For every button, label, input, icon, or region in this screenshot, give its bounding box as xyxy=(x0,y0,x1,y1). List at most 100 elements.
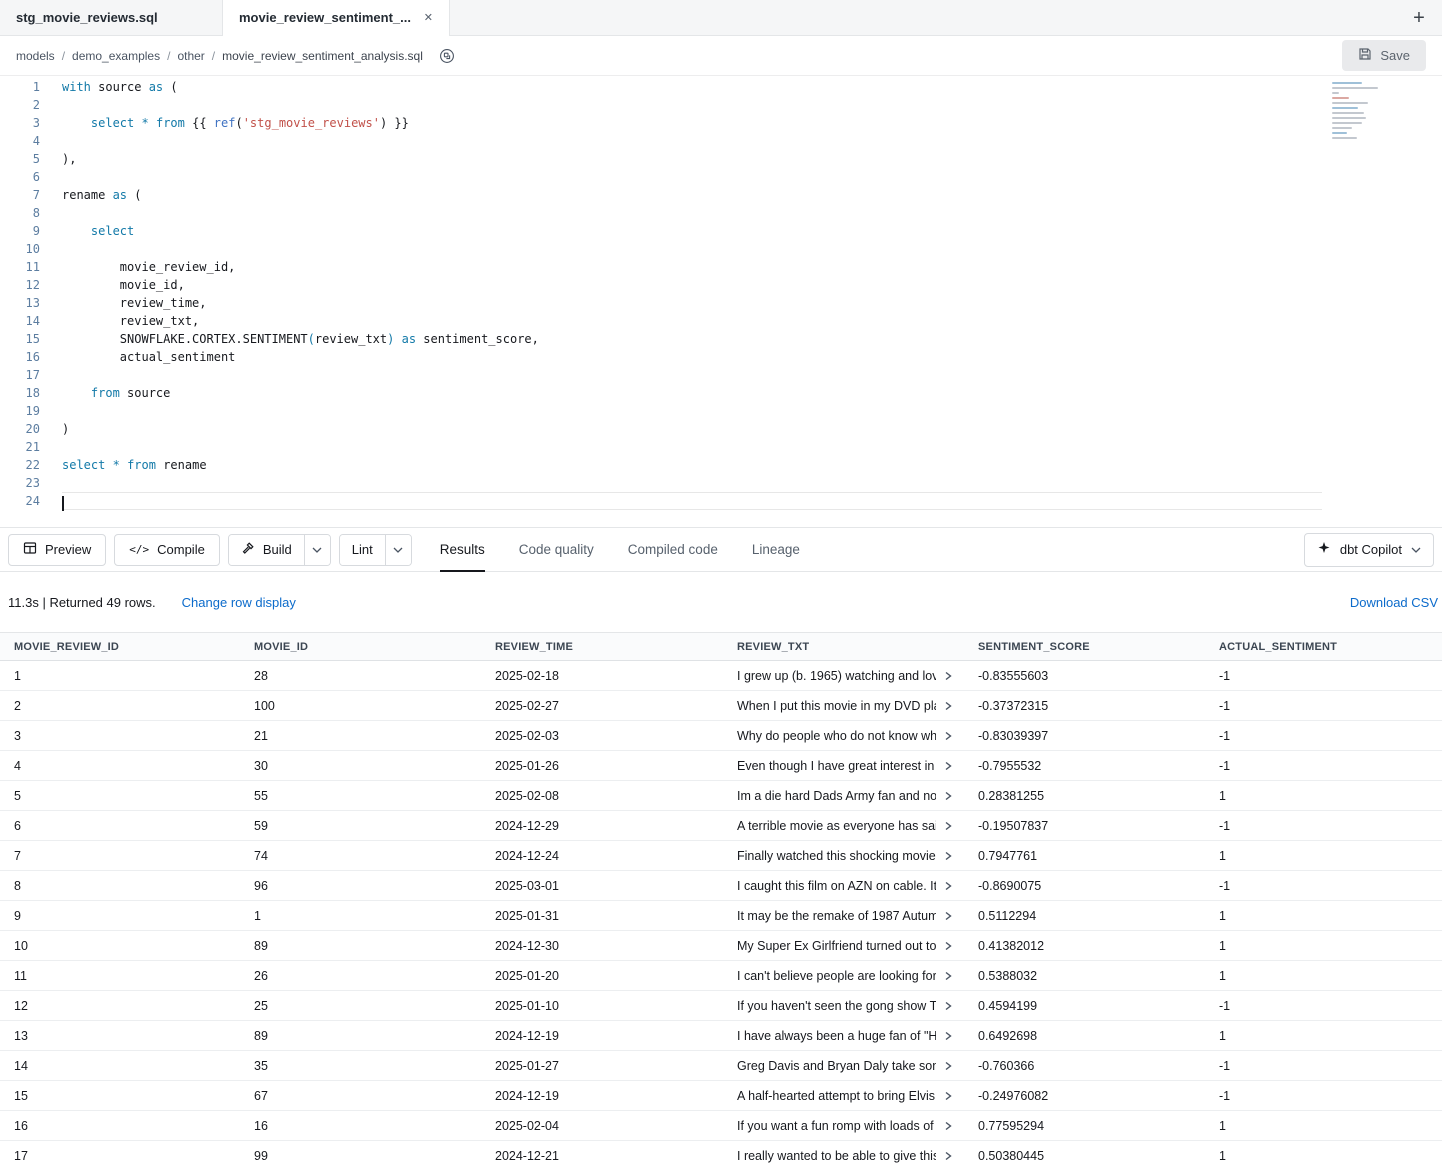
code-line[interactable]: rename as ( xyxy=(62,186,1322,204)
expand-review-icon[interactable] xyxy=(942,1150,954,1162)
expand-review-icon[interactable] xyxy=(942,850,954,862)
code-line[interactable]: select xyxy=(62,222,1322,240)
expand-review-icon[interactable] xyxy=(942,880,954,892)
table-cell: -0.83039397 xyxy=(964,721,1205,751)
line-number: 1 xyxy=(0,78,40,96)
lint-button[interactable]: Lint xyxy=(340,535,385,565)
code-editor[interactable]: 123456789101112131415161718192021222324 … xyxy=(0,76,1442,528)
table-cell: 0.5112294 xyxy=(964,901,1205,931)
code-line[interactable]: from source xyxy=(62,384,1322,402)
chevron-down-icon xyxy=(312,547,322,553)
review-txt-cell: My Super Ex Girlfriend turned out to b… xyxy=(723,931,964,961)
review-text: Why do people who do not know what… xyxy=(737,729,936,743)
review-txt-cell: I really wanted to be able to give this … xyxy=(723,1141,964,1166)
table-cell: 0.28381255 xyxy=(964,781,1205,811)
code-line[interactable]: movie_review_id, xyxy=(62,258,1322,276)
expand-review-icon[interactable] xyxy=(942,790,954,802)
line-number: 14 xyxy=(0,312,40,330)
expand-review-icon[interactable] xyxy=(942,820,954,832)
breadcrumb-part[interactable]: other xyxy=(177,49,204,63)
chevron-down-icon xyxy=(393,547,403,553)
code-line[interactable]: review_txt, xyxy=(62,312,1322,330)
code-line[interactable]: SNOWFLAKE.CORTEX.SENTIMENT(review_txt) a… xyxy=(62,330,1322,348)
new-tab-button[interactable]: + xyxy=(1406,5,1432,31)
dbt-copilot-button[interactable]: dbt Copilot xyxy=(1304,533,1434,567)
expand-review-icon[interactable] xyxy=(942,1000,954,1012)
code-line[interactable] xyxy=(62,438,1322,456)
tab-lineage[interactable]: Lineage xyxy=(752,528,800,571)
code-line[interactable] xyxy=(62,168,1322,186)
build-dropdown-button[interactable] xyxy=(304,535,330,565)
tab-movie-review-sentiment[interactable]: movie_review_sentiment_... ✕ xyxy=(222,0,450,35)
code-line[interactable]: actual_sentiment xyxy=(62,348,1322,366)
table-cell: -0.37372315 xyxy=(964,691,1205,721)
review-text: If you haven't seen the gong show TV s… xyxy=(737,999,936,1013)
lint-split-button: Lint xyxy=(339,534,412,566)
expand-review-icon[interactable] xyxy=(942,970,954,982)
table-row: 16162025-02-04If you want a fun romp wit… xyxy=(0,1111,1442,1141)
table-cell: 100 xyxy=(240,691,481,721)
review-txt-cell: Greg Davis and Bryan Daly take some … xyxy=(723,1051,964,1081)
breadcrumb-part[interactable]: demo_examples xyxy=(72,49,160,63)
code-line[interactable]: with source as ( xyxy=(62,78,1322,96)
compile-button[interactable]: </> Compile xyxy=(114,534,220,566)
code-line[interactable]: select * from {{ ref('stg_movie_reviews'… xyxy=(62,114,1322,132)
table-row: 3212025-02-03Why do people who do not kn… xyxy=(0,721,1442,751)
code-line[interactable] xyxy=(62,402,1322,420)
code-line[interactable]: movie_id, xyxy=(62,276,1322,294)
table-cell: 89 xyxy=(240,931,481,961)
tab-compiled-code[interactable]: Compiled code xyxy=(628,528,718,571)
tab-code-quality[interactable]: Code quality xyxy=(519,528,594,571)
code-line[interactable] xyxy=(62,132,1322,150)
code-line[interactable] xyxy=(62,204,1322,222)
column-header: ACTUAL_SENTIMENT xyxy=(1205,633,1442,661)
review-txt-cell: When I put this movie in my DVD playe… xyxy=(723,691,964,721)
review-text: It may be the remake of 1987 Autumn'… xyxy=(737,909,936,923)
breadcrumb-part[interactable]: models xyxy=(16,49,55,63)
tab-label: Code quality xyxy=(519,542,594,557)
code-line[interactable] xyxy=(62,96,1322,114)
tab-results[interactable]: Results xyxy=(440,528,485,571)
expand-review-icon[interactable] xyxy=(942,1030,954,1042)
expand-review-icon[interactable] xyxy=(942,1120,954,1132)
table-row: 7742024-12-24Finally watched this shocki… xyxy=(0,841,1442,871)
column-header: REVIEW_TIME xyxy=(481,633,723,661)
expand-review-icon[interactable] xyxy=(942,760,954,772)
code-line[interactable]: ) xyxy=(62,420,1322,438)
expand-review-icon[interactable] xyxy=(942,1090,954,1102)
change-row-display-link[interactable]: Change row display xyxy=(182,595,296,610)
code-line[interactable] xyxy=(62,474,1322,492)
table-cell: -1 xyxy=(1205,691,1442,721)
table-cell: 2025-01-27 xyxy=(481,1051,723,1081)
column-header: MOVIE_REVIEW_ID xyxy=(0,633,240,661)
build-button[interactable]: Build xyxy=(229,535,304,565)
preview-button[interactable]: Preview xyxy=(8,534,106,566)
code-line[interactable]: select * from rename xyxy=(62,456,1322,474)
code-line[interactable] xyxy=(62,492,1322,510)
expand-review-icon[interactable] xyxy=(942,670,954,682)
download-csv-link[interactable]: Download CSV xyxy=(1350,595,1438,610)
save-button[interactable]: Save xyxy=(1342,40,1426,71)
expand-review-icon[interactable] xyxy=(942,910,954,922)
editor-gutter: 123456789101112131415161718192021222324 xyxy=(0,78,40,510)
table-cell: -1 xyxy=(1205,811,1442,841)
copy-path-icon[interactable] xyxy=(439,48,455,64)
lint-dropdown-button[interactable] xyxy=(385,535,411,565)
breadcrumb-separator: / xyxy=(62,49,65,63)
table-cell: 21 xyxy=(240,721,481,751)
line-number: 20 xyxy=(0,420,40,438)
code-line[interactable]: review_time, xyxy=(62,294,1322,312)
table-cell: 35 xyxy=(240,1051,481,1081)
expand-review-icon[interactable] xyxy=(942,1060,954,1072)
close-tab-icon[interactable]: ✕ xyxy=(424,11,433,24)
code-line[interactable] xyxy=(62,240,1322,258)
expand-review-icon[interactable] xyxy=(942,940,954,952)
table-row: 17992024-12-21I really wanted to be able… xyxy=(0,1141,1442,1166)
code-line[interactable] xyxy=(62,366,1322,384)
tab-stg-movie-reviews[interactable]: stg_movie_reviews.sql xyxy=(0,0,222,35)
expand-review-icon[interactable] xyxy=(942,730,954,742)
editor-minimap[interactable] xyxy=(1332,82,1398,142)
table-cell: 2025-01-20 xyxy=(481,961,723,991)
code-line[interactable]: ), xyxy=(62,150,1322,168)
expand-review-icon[interactable] xyxy=(942,700,954,712)
